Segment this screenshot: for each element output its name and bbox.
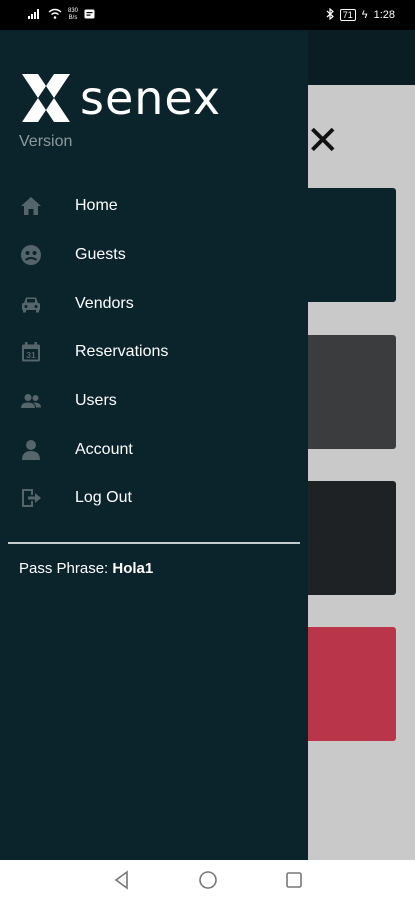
menu-item-home[interactable]: Home bbox=[0, 182, 308, 231]
charging-icon: ϟ bbox=[361, 9, 368, 21]
home-button[interactable] bbox=[197, 869, 219, 891]
dashboard-card[interactable] bbox=[300, 188, 396, 302]
menu-item-reservations[interactable]: 31 Reservations bbox=[0, 328, 308, 377]
dashboard-card[interactable] bbox=[300, 335, 396, 449]
recents-button[interactable] bbox=[283, 869, 305, 891]
calendar-icon: 31 bbox=[19, 340, 43, 364]
car-icon bbox=[19, 292, 43, 316]
back-triangle-icon bbox=[114, 870, 128, 890]
menu-item-guests[interactable]: Guests bbox=[0, 231, 308, 280]
menu-item-logout[interactable]: Log Out bbox=[0, 474, 308, 523]
menu-item-users[interactable]: Users bbox=[0, 377, 308, 426]
calendar-day-text: 31 bbox=[26, 350, 36, 360]
network-speed: 830 B/s bbox=[68, 8, 78, 22]
back-button[interactable] bbox=[111, 869, 133, 891]
clock: 1:28 bbox=[373, 9, 395, 21]
notification-icon bbox=[84, 9, 95, 22]
bluetooth-icon bbox=[326, 7, 334, 23]
menu-label: Log Out bbox=[75, 489, 132, 507]
pass-phrase: Pass Phrase: Hola1 bbox=[19, 560, 153, 577]
guests-icon bbox=[19, 243, 43, 267]
menu-label: Home bbox=[75, 197, 118, 215]
menu-divider bbox=[8, 542, 300, 544]
status-bar: 830 B/s 71 ϟ 1:28 bbox=[0, 0, 415, 30]
status-left: 830 B/s bbox=[28, 8, 95, 22]
status-right: 71 ϟ 1:28 bbox=[326, 7, 395, 23]
menu-label: Reservations bbox=[75, 343, 169, 361]
senex-logo-icon bbox=[22, 74, 70, 122]
logout-icon bbox=[19, 486, 43, 510]
menu-item-account[interactable]: Account bbox=[0, 425, 308, 474]
dashboard-card[interactable] bbox=[300, 627, 396, 741]
account-icon bbox=[19, 438, 43, 462]
menu-label: Users bbox=[75, 392, 117, 410]
dashboard-card[interactable] bbox=[300, 481, 396, 595]
pass-phrase-value: Hola1 bbox=[112, 560, 154, 577]
version-label: Version bbox=[19, 133, 73, 150]
users-icon bbox=[19, 389, 43, 413]
menu-label: Account bbox=[75, 440, 133, 458]
menu-item-vendors[interactable]: Vendors bbox=[0, 279, 308, 328]
network-speed-unit: B/s bbox=[68, 15, 78, 21]
system-nav-bar bbox=[0, 860, 415, 900]
signal-icon bbox=[28, 8, 42, 22]
network-speed-value: 830 bbox=[68, 8, 79, 14]
brand-logo: senex bbox=[18, 70, 221, 126]
brand-name: senex bbox=[80, 71, 222, 125]
app-logo-partial: ✕ bbox=[306, 118, 340, 164]
home-icon bbox=[19, 194, 43, 218]
menu-label: Vendors bbox=[75, 294, 134, 312]
navigation-drawer: senex Version Home Guests Vendors 31 Res… bbox=[0, 30, 308, 860]
recents-square-icon bbox=[285, 872, 302, 888]
menu-label: Guests bbox=[75, 246, 126, 264]
wifi-icon bbox=[48, 8, 62, 22]
pass-phrase-label: Pass Phrase: bbox=[19, 560, 113, 577]
battery-indicator: 71 bbox=[339, 9, 356, 21]
home-circle-icon bbox=[198, 871, 217, 889]
drawer-menu: Home Guests Vendors 31 Reservations User… bbox=[0, 182, 308, 523]
